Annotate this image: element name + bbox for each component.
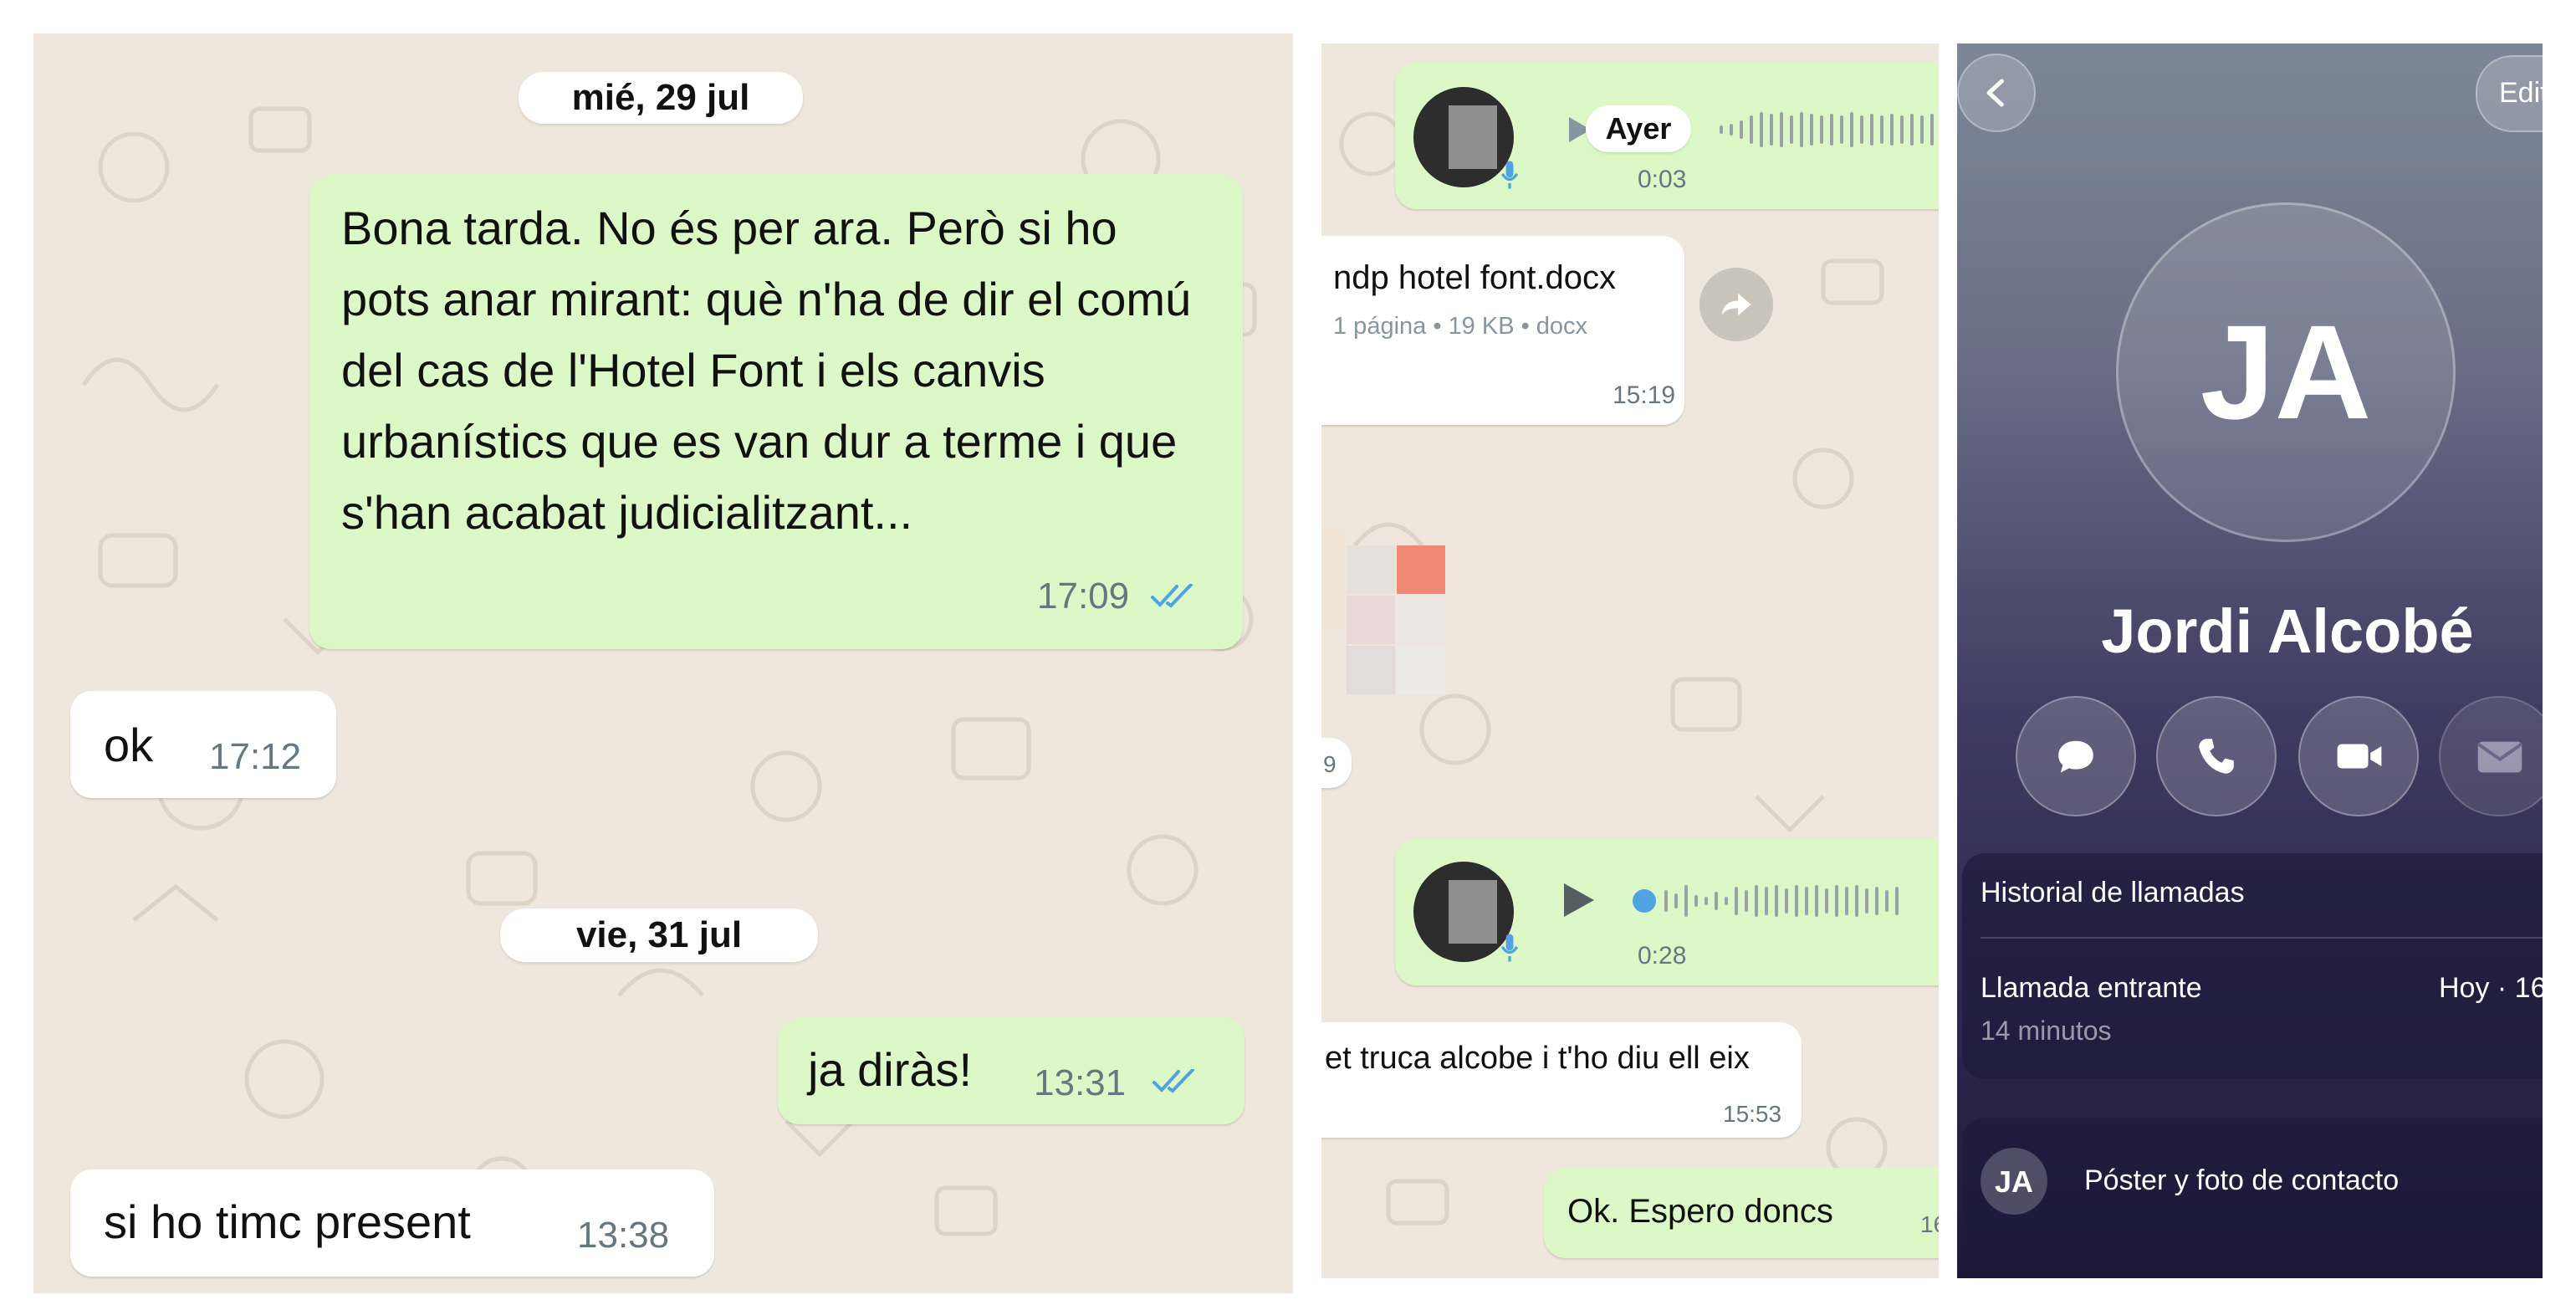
message-time: 16 xyxy=(1920,1211,1939,1237)
voice-message-2[interactable]: 0:28 15 xyxy=(1395,838,1939,985)
date-separator-ayer: Ayer xyxy=(1586,105,1691,152)
forward-icon xyxy=(1721,293,1751,316)
call-button[interactable] xyxy=(2156,696,2277,816)
message-time: 17:09 xyxy=(1037,576,1130,617)
mail-button[interactable] xyxy=(2439,696,2543,816)
message-time: 15:53 xyxy=(1723,1101,1782,1127)
mail-icon xyxy=(2476,741,2523,773)
message-time-partial: 9 xyxy=(1323,751,1337,777)
call-history-card[interactable]: Historial de llamadas Llamada entrante H… xyxy=(1962,853,2543,1079)
read-ticks-icon xyxy=(1151,584,1193,608)
incoming-message-alcobe[interactable]: et truca alcobe i t'ho diu ell eix 15:53 xyxy=(1321,1022,1802,1138)
divider xyxy=(1981,937,2543,939)
call-time: Hoy · 16:03 xyxy=(2439,972,2543,1004)
blurred-image[interactable] xyxy=(1321,495,1489,729)
waveform-icon xyxy=(1720,112,1934,147)
outgoing-message-long[interactable]: Bona tarda. No és per ara. Però si ho po… xyxy=(309,174,1243,649)
sender-avatar xyxy=(1413,87,1514,187)
outgoing-message-espero[interactable]: Ok. Espero doncs 16 xyxy=(1544,1168,1939,1258)
microphone-icon xyxy=(1500,161,1519,189)
edit-label: Edita xyxy=(2499,77,2543,109)
message-text: et truca alcobe i t'ho diu ell eix xyxy=(1325,1041,1750,1076)
call-duration: 14 minutos xyxy=(1981,1016,2112,1046)
voice-duration: 0:03 xyxy=(1638,166,1687,193)
video-button[interactable] xyxy=(2298,696,2419,816)
message-text: Bona tarda. No és per ara. Però si ho po… xyxy=(341,202,1192,539)
call-history-title: Historial de llamadas xyxy=(1981,877,2245,908)
message-text: Ok. Espero doncs xyxy=(1567,1193,1833,1230)
play-icon[interactable] xyxy=(1562,882,1596,919)
video-icon xyxy=(2337,744,2382,769)
contact-poster-row[interactable]: JA Póster y foto de contacto xyxy=(1962,1118,2543,1243)
message-text: si ho timc present xyxy=(104,1195,471,1248)
date-separator-31-jul: vie, 31 jul xyxy=(500,908,818,962)
chevron-left-icon xyxy=(1986,79,2004,107)
middle-chat-panel: Ayer 0:03 15 ndp hotel font.docx 1 págin… xyxy=(1321,44,1939,1278)
message-text: ok xyxy=(104,719,154,771)
forward-button[interactable] xyxy=(1699,268,1773,341)
back-button[interactable] xyxy=(1957,54,2036,132)
call-type: Llamada entrante xyxy=(1981,972,2202,1004)
contact-name: Jordi Alcobé xyxy=(2101,596,2474,666)
read-ticks-icon xyxy=(1153,1069,1194,1093)
message-time: 13:38 xyxy=(577,1215,670,1256)
incoming-message-ok[interactable]: ok 17:12 xyxy=(70,691,336,798)
voice-message-1[interactable]: Ayer 0:03 15 xyxy=(1395,62,1939,209)
outgoing-message-short[interactable]: ja diràs! 13:31 xyxy=(778,1017,1245,1124)
waveform-icon xyxy=(1633,885,1899,917)
message-time: 15:19 xyxy=(1613,381,1676,409)
document-message[interactable]: ndp hotel font.docx 1 página • 19 KB • d… xyxy=(1321,236,1684,425)
avatar-initials: JA xyxy=(2200,297,2372,447)
document-name[interactable]: ndp hotel font.docx xyxy=(1333,259,1616,297)
contact-card-panel: Edita JA Jordi Alcobé Historial de llama… xyxy=(1957,44,2543,1278)
sender-avatar xyxy=(1413,862,1514,962)
poster-initials: JA xyxy=(1994,1164,2034,1199)
poster-label: Póster y foto de contacto xyxy=(2084,1164,2400,1196)
message-button[interactable] xyxy=(2016,696,2136,816)
message-icon xyxy=(2058,740,2093,773)
contact-avatar: JA xyxy=(2116,202,2456,542)
message-text: ja diràs! xyxy=(808,1043,973,1096)
message-time: 13:31 xyxy=(1034,1062,1127,1103)
left-chat-panel: mié, 29 jul Bona tarda. No és per ara. P… xyxy=(33,33,1293,1293)
document-meta: 1 página • 19 KB • docx xyxy=(1333,313,1588,340)
date-separator-29-jul: mié, 29 jul xyxy=(519,72,803,124)
microphone-icon xyxy=(1500,934,1519,962)
voice-duration: 0:28 xyxy=(1638,942,1687,970)
edit-button[interactable]: Edita xyxy=(2476,55,2543,132)
phone-icon xyxy=(2199,739,2234,774)
incoming-message-present[interactable]: si ho timc present 13:38 xyxy=(70,1169,714,1277)
poster-avatar: JA xyxy=(1981,1148,2047,1215)
message-time: 17:12 xyxy=(209,736,302,777)
